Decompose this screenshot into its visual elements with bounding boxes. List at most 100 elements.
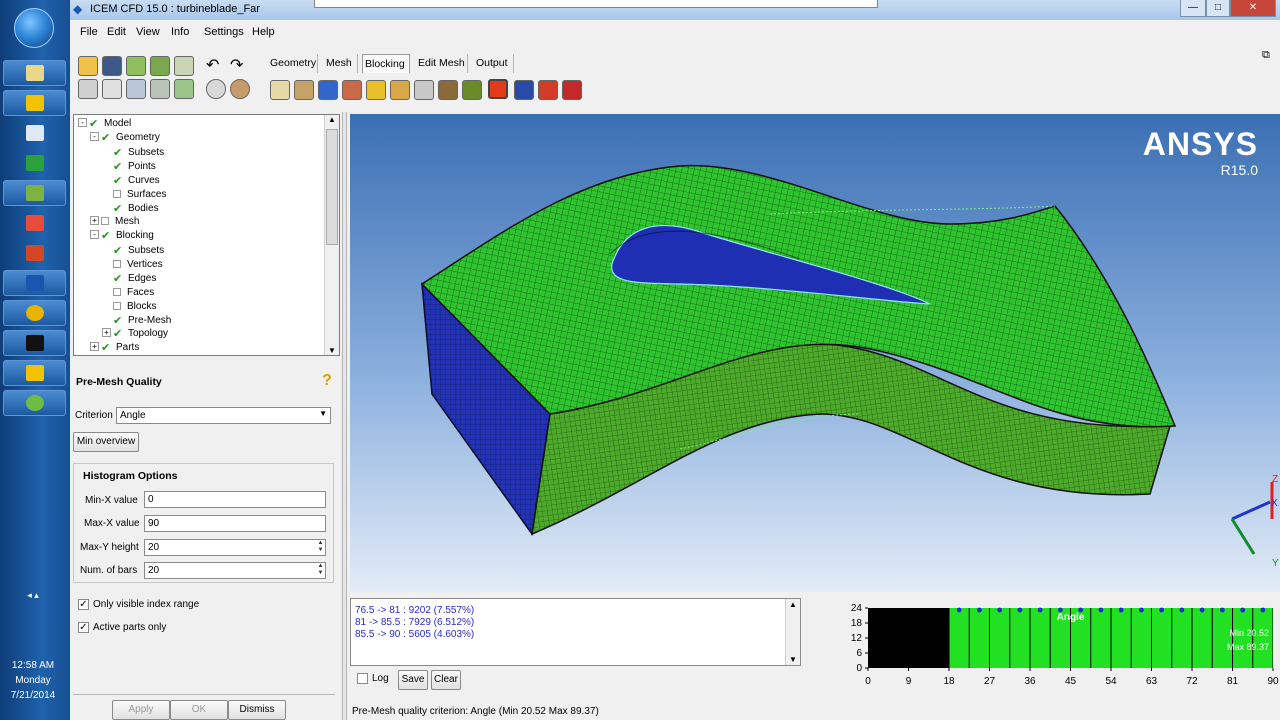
merge-vertices-icon[interactable] — [318, 80, 338, 100]
tree-item-pre-mesh[interactable]: ✔ Pre-Mesh — [102, 313, 171, 327]
tree-item-model[interactable]: - ✔ Model — [78, 117, 131, 131]
visibility-checkbox[interactable]: ✔ — [89, 119, 100, 130]
visibility-checkbox[interactable] — [113, 190, 121, 198]
tab-edit-mesh[interactable]: Edit Mesh — [416, 54, 468, 73]
expand-toggle-icon[interactable]: + — [90, 342, 99, 351]
taskbar-tool-button[interactable] — [3, 390, 66, 416]
taskbar-workbench-button[interactable] — [3, 360, 66, 386]
expand-toggle-icon[interactable]: - — [78, 118, 87, 127]
min-x-input[interactable]: 0 — [144, 491, 326, 508]
scroll-up-icon[interactable]: ▲ — [789, 600, 797, 609]
tree-item-edges[interactable]: ✔ Edges — [102, 271, 156, 285]
scroll-down-icon[interactable]: ▼ — [328, 346, 336, 355]
split-block-icon[interactable] — [294, 80, 314, 100]
histogram-bar[interactable] — [1152, 608, 1172, 668]
only-visible-checkbox[interactable]: ✓ — [78, 599, 89, 610]
undo-icon[interactable]: ↶ — [206, 56, 226, 76]
tree-item-points[interactable]: ✔ Points — [102, 159, 156, 173]
tab-output[interactable]: Output — [474, 54, 514, 73]
save-log-button[interactable]: Save — [398, 670, 428, 690]
taskbar-document-button[interactable] — [3, 120, 66, 146]
visibility-checkbox[interactable]: ✔ — [113, 329, 124, 340]
visibility-checkbox[interactable]: ✔ — [113, 204, 124, 215]
edge-params-icon[interactable] — [438, 80, 458, 100]
view-icon[interactable] — [150, 79, 170, 99]
message-window[interactable]: 76.5 -> 81 : 9202 (7.557%) 81 -> 85.5 : … — [350, 598, 801, 666]
visibility-checkbox[interactable] — [113, 302, 121, 310]
edit-block-icon[interactable] — [342, 80, 362, 100]
histogram-bar[interactable] — [969, 608, 989, 668]
check-blocks-icon[interactable] — [538, 80, 558, 100]
dismiss-button[interactable]: Dismiss — [228, 700, 286, 720]
solid-icon[interactable] — [206, 79, 226, 99]
expand-toggle-icon[interactable]: - — [90, 230, 99, 239]
title-bar[interactable]: ◆ ICEM CFD 15.0 : turbineblade_Far — □ ✕ — [70, 0, 1280, 20]
histogram-chart[interactable]: 0 6 12 18 24 0 9 18 27 36 45 54 63 72 81 90 Angle Min 20.… — [808, 598, 1280, 694]
visibility-checkbox[interactable]: ✔ — [113, 274, 124, 285]
tree-item-surfaces[interactable]: Surfaces — [102, 187, 166, 201]
message-scrollbar[interactable]: ▲ ▼ — [785, 599, 800, 665]
zoom-icon[interactable] — [102, 79, 122, 99]
mesh-open-icon[interactable] — [150, 56, 170, 76]
menu-view[interactable]: View — [136, 26, 160, 38]
tree-item-topology[interactable]: + ✔ Topology — [102, 327, 168, 341]
log-checkbox[interactable] — [357, 673, 368, 684]
tab-geometry[interactable]: Geometry — [268, 54, 318, 73]
histogram-bar[interactable] — [1233, 608, 1253, 668]
fit-window-icon[interactable] — [78, 79, 98, 99]
tree-item-blocking[interactable]: - ✔ Blocking — [90, 229, 154, 243]
menu-settings[interactable]: Settings — [204, 26, 244, 38]
visibility-checkbox[interactable] — [101, 217, 109, 225]
redo-icon[interactable]: ↷ — [230, 56, 250, 76]
texture-icon[interactable] — [230, 79, 250, 99]
menu-help[interactable]: Help — [252, 26, 275, 38]
tree-item-vertices[interactable]: Vertices — [102, 257, 163, 271]
tree-item-blocks[interactable]: Blocks — [102, 299, 156, 313]
taskbar-explorer-button[interactable] — [3, 60, 66, 86]
visibility-checkbox[interactable]: ✔ — [113, 148, 124, 159]
expand-toggle-icon[interactable]: - — [90, 132, 99, 141]
visibility-checkbox[interactable] — [113, 260, 121, 268]
pre-mesh-quality-icon[interactable] — [488, 79, 508, 99]
max-y-spinner[interactable]: ▲ ▼ — [315, 540, 326, 555]
tray-icons[interactable]: ◂ ▴ — [0, 590, 66, 601]
ok-button[interactable]: OK — [170, 700, 228, 720]
geometry-open-icon[interactable] — [126, 56, 146, 76]
tab-mesh[interactable]: Mesh — [324, 54, 358, 73]
clear-log-button[interactable]: Clear — [431, 670, 461, 690]
help-icon[interactable]: ? — [320, 372, 334, 390]
histogram-bar[interactable] — [1253, 608, 1273, 668]
tree-item-faces[interactable]: Faces — [102, 285, 154, 299]
open-icon[interactable] — [78, 56, 98, 76]
tree-item-subsets[interactable]: ✔ Subsets — [102, 243, 164, 257]
num-bars-input[interactable]: 20 — [144, 562, 326, 579]
max-y-input[interactable]: 20 — [144, 539, 326, 556]
taskbar-powerpoint-button[interactable] — [3, 240, 66, 266]
menu-edit[interactable]: Edit — [107, 26, 126, 38]
tree-scrollbar[interactable]: ▲ ▼ — [324, 115, 339, 355]
tree-item-subsets[interactable]: ✔ Subsets — [102, 145, 164, 159]
pre-mesh-smooth-icon[interactable] — [514, 80, 534, 100]
measure-icon[interactable] — [126, 79, 146, 99]
histogram-bar[interactable] — [1212, 608, 1232, 668]
visibility-checkbox[interactable]: ✔ — [101, 133, 112, 144]
histogram-bar[interactable] — [949, 608, 969, 668]
histogram-bar[interactable] — [1091, 608, 1111, 668]
tree-scroll-thumb[interactable] — [326, 129, 338, 245]
active-parts-checkbox[interactable]: ✓ — [78, 622, 89, 633]
tab-blocking[interactable]: Blocking — [362, 54, 410, 73]
histogram-bar[interactable] — [1172, 608, 1192, 668]
scroll-up-icon[interactable]: ▲ — [328, 115, 336, 124]
menu-info[interactable]: Info — [171, 26, 189, 38]
histogram-bar[interactable] — [1192, 608, 1212, 668]
transform-blocks-icon[interactable] — [414, 80, 434, 100]
minimize-button[interactable]: — — [1180, 0, 1206, 17]
associate-icon[interactable] — [366, 80, 386, 100]
move-vertex-icon[interactable] — [390, 80, 410, 100]
save-icon[interactable] — [102, 56, 122, 76]
histogram-bar[interactable] — [990, 608, 1010, 668]
taskbar-app-button[interactable] — [3, 150, 66, 176]
histogram-bar[interactable] — [1131, 608, 1151, 668]
max-x-input[interactable]: 90 — [144, 515, 326, 532]
visibility-checkbox[interactable]: ✔ — [113, 162, 124, 173]
